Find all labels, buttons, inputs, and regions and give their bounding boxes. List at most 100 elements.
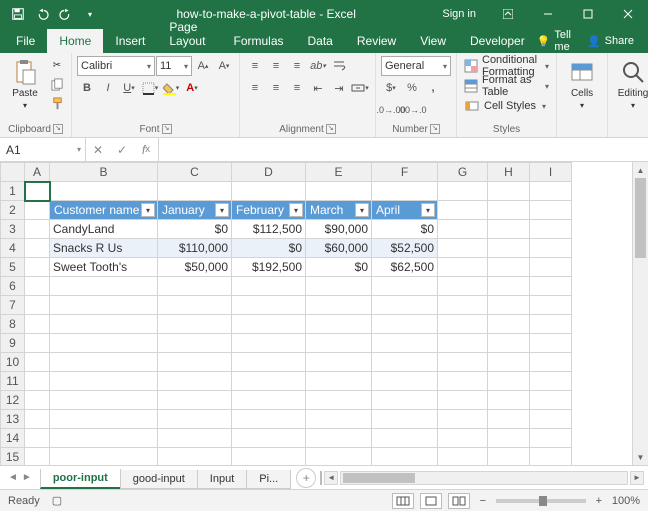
cell[interactable]	[530, 277, 572, 296]
number-format-select[interactable]: General▾	[381, 56, 451, 76]
sheet-tab-poor-input[interactable]: poor-input	[40, 469, 121, 489]
cell[interactable]	[530, 334, 572, 353]
qat-customize-icon[interactable]: ▾	[78, 2, 102, 26]
col-header-F[interactable]: F	[372, 163, 438, 182]
cell[interactable]	[25, 296, 50, 315]
cell[interactable]	[438, 258, 488, 277]
cell[interactable]	[530, 239, 572, 258]
col-header-D[interactable]: D	[232, 163, 306, 182]
cell[interactable]	[530, 429, 572, 448]
fx-button[interactable]: fx	[134, 143, 158, 157]
cell[interactable]	[530, 296, 572, 315]
row-header-15[interactable]: 15	[1, 448, 25, 466]
editing-button[interactable]: Editing ▾	[613, 56, 648, 112]
scroll-thumb[interactable]	[343, 473, 414, 483]
formula-input[interactable]	[159, 138, 648, 161]
cell[interactable]	[306, 277, 372, 296]
close-button[interactable]	[608, 0, 648, 28]
maximize-button[interactable]	[568, 0, 608, 28]
orientation-button[interactable]: ab▾	[308, 56, 328, 76]
cell[interactable]	[306, 448, 372, 466]
fill-color-button[interactable]: ▾	[161, 78, 181, 98]
row-header-8[interactable]: 8	[1, 315, 25, 334]
cell[interactable]: Snacks R Us	[50, 239, 158, 258]
col-header-B[interactable]: B	[50, 163, 158, 182]
tell-me-button[interactable]: 💡Tell me	[537, 29, 571, 53]
cell[interactable]	[438, 372, 488, 391]
cell[interactable]	[306, 182, 372, 201]
cell[interactable]	[158, 182, 232, 201]
horizontal-scrollbar[interactable]	[340, 471, 628, 485]
spreadsheet-grid[interactable]: ABCDEFGHI12Customer name▾January▾Februar…	[0, 162, 572, 465]
cell[interactable]	[50, 391, 158, 410]
cell[interactable]	[25, 429, 50, 448]
page-layout-view-button[interactable]	[420, 493, 442, 509]
cell[interactable]	[530, 448, 572, 466]
cell[interactable]	[488, 258, 530, 277]
cell[interactable]	[488, 182, 530, 201]
scroll-down-button[interactable]: ▼	[633, 449, 648, 465]
font-name-select[interactable]: Calibri▾	[77, 56, 155, 76]
cell[interactable]	[306, 353, 372, 372]
comma-format-button[interactable]: ,	[423, 78, 443, 98]
filter-drop-icon[interactable]: ▾	[215, 203, 229, 217]
cell[interactable]	[50, 448, 158, 466]
cell[interactable]	[372, 182, 438, 201]
cell[interactable]	[438, 277, 488, 296]
align-center-button[interactable]: ≡	[266, 78, 286, 98]
align-bottom-button[interactable]: ≡	[287, 56, 307, 76]
cell[interactable]	[372, 296, 438, 315]
cell[interactable]: $192,500	[232, 258, 306, 277]
cell[interactable]	[372, 372, 438, 391]
row-header-9[interactable]: 9	[1, 334, 25, 353]
row-header-12[interactable]: 12	[1, 391, 25, 410]
cell[interactable]: Customer name▾	[50, 201, 158, 220]
font-launcher[interactable]: ↘	[162, 124, 172, 134]
col-header-I[interactable]: I	[530, 163, 572, 182]
cell[interactable]	[488, 448, 530, 466]
cell[interactable]	[306, 334, 372, 353]
cell[interactable]	[530, 201, 572, 220]
cell[interactable]	[438, 429, 488, 448]
cell[interactable]	[372, 410, 438, 429]
cell[interactable]	[232, 410, 306, 429]
border-button[interactable]: ▾	[140, 78, 160, 98]
col-header-C[interactable]: C	[158, 163, 232, 182]
cell[interactable]: $0	[232, 239, 306, 258]
cell[interactable]	[232, 391, 306, 410]
cell[interactable]	[25, 353, 50, 372]
cell[interactable]	[372, 353, 438, 372]
cell[interactable]: April▾	[372, 201, 438, 220]
cell[interactable]	[158, 410, 232, 429]
tab-page-layout[interactable]: Page Layout	[157, 15, 221, 53]
cell[interactable]: February▾	[232, 201, 306, 220]
cell[interactable]	[158, 277, 232, 296]
tab-insert[interactable]: Insert	[103, 29, 157, 53]
cell[interactable]	[306, 296, 372, 315]
cell[interactable]	[158, 334, 232, 353]
font-color-button[interactable]: A▾	[182, 78, 202, 98]
cell[interactable]	[25, 448, 50, 466]
sheet-tab-good-input[interactable]: good-input	[120, 470, 198, 489]
cell[interactable]	[488, 334, 530, 353]
tab-data[interactable]: Data	[296, 29, 345, 53]
cell[interactable]	[25, 277, 50, 296]
cell[interactable]	[306, 391, 372, 410]
merge-center-button[interactable]: ▾	[350, 78, 370, 98]
row-header-10[interactable]: 10	[1, 353, 25, 372]
zoom-in-button[interactable]: +	[592, 495, 606, 507]
cell[interactable]	[232, 315, 306, 334]
minimize-button[interactable]	[528, 0, 568, 28]
cell[interactable]	[158, 353, 232, 372]
tab-developer[interactable]: Developer	[458, 29, 537, 53]
tab-formulas[interactable]: Formulas	[221, 29, 295, 53]
cell[interactable]: January▾	[158, 201, 232, 220]
cell[interactable]	[50, 182, 158, 201]
cell[interactable]: Sweet Tooth's	[50, 258, 158, 277]
cell[interactable]	[306, 410, 372, 429]
cut-button[interactable]: ✂	[48, 56, 66, 74]
tab-view[interactable]: View	[408, 29, 458, 53]
cell[interactable]	[25, 315, 50, 334]
decrease-font-button[interactable]: A▾	[214, 56, 234, 76]
cell[interactable]	[50, 353, 158, 372]
